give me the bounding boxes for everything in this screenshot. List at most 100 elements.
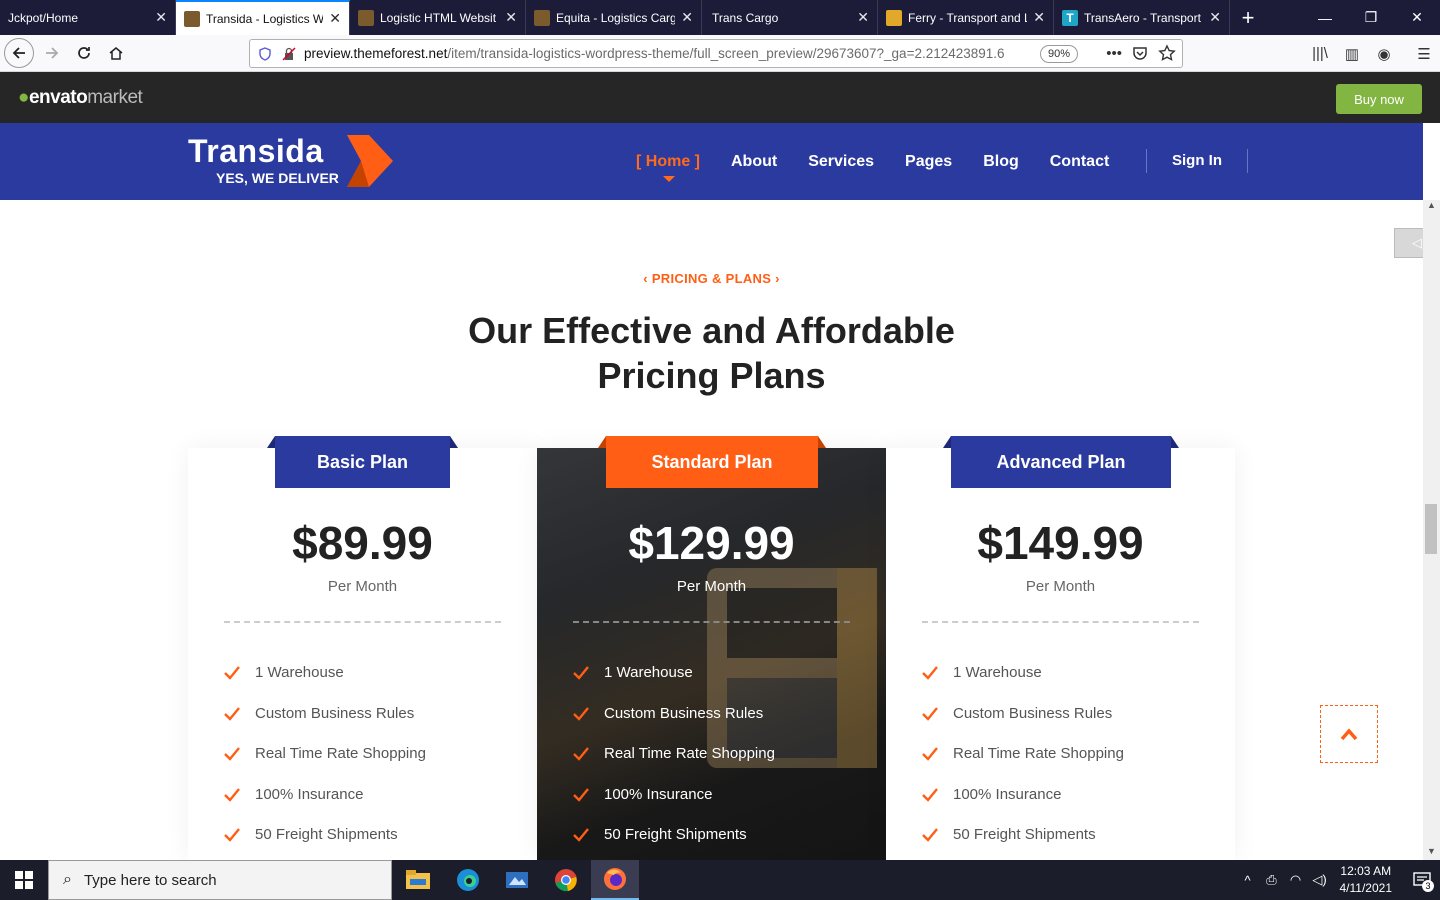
file-explorer-icon[interactable] xyxy=(394,860,442,900)
menu-item-home[interactable]: [ Home ] xyxy=(636,153,700,171)
notification-center-icon[interactable]: 3 xyxy=(1404,860,1440,900)
windows-start-button[interactable] xyxy=(0,860,48,900)
restore-icon[interactable]: ❐ xyxy=(1348,0,1394,35)
tab-title: Logistic HTML Websit xyxy=(380,10,497,25)
check-icon xyxy=(224,666,240,680)
menu-hamburger-icon[interactable]: ☰ xyxy=(1408,45,1440,63)
close-tab-icon[interactable]: ✕ xyxy=(857,9,869,26)
feature-text: 100% Insurance xyxy=(604,785,713,803)
edge-browser-icon[interactable] xyxy=(444,860,492,900)
browser-tab[interactable]: Ferry - Transport and L ✕ xyxy=(878,0,1054,35)
check-icon xyxy=(922,706,938,721)
section-heading: Our Effective and Affordable Pricing Pla… xyxy=(440,308,983,398)
close-window-icon[interactable]: ✕ xyxy=(1394,0,1440,35)
menu-item-services[interactable]: Services xyxy=(808,153,874,171)
feature-item: 100% Insurance xyxy=(922,786,1124,827)
site-logo[interactable]: Transida YES, WE DELIVER xyxy=(188,133,339,186)
insecure-lock-icon[interactable] xyxy=(282,46,296,61)
search-icon: ⌕ xyxy=(63,871,72,888)
site-favicon xyxy=(358,9,374,26)
menu-item-about[interactable]: About xyxy=(731,153,777,171)
browser-tab-active[interactable]: Transida - Logistics W ✕ xyxy=(176,0,350,35)
plan-ribbon: Basic Plan xyxy=(267,436,458,488)
volume-icon[interactable]: ◁) xyxy=(1308,872,1332,888)
forward-arrow-icon[interactable] xyxy=(36,37,68,69)
url-path: /item/transida-logistics-wordpress-theme… xyxy=(447,46,1005,61)
close-tab-icon[interactable]: ✕ xyxy=(681,9,693,26)
plan-period: Per Month xyxy=(676,578,747,595)
home-icon[interactable] xyxy=(100,37,132,69)
feature-item: Custom Business Rules xyxy=(573,705,775,746)
taskbar-search-box[interactable]: ⌕ Type here to search xyxy=(48,860,392,900)
truck-favicon xyxy=(886,9,902,26)
scrollbar-thumb[interactable] xyxy=(1425,504,1437,554)
minimize-icon[interactable]: — xyxy=(1302,0,1348,35)
toolbar-right: |||\ ▥ ◉ ☰ xyxy=(1304,35,1440,72)
browser-tab[interactable]: T TransAero - Transport ✕ xyxy=(1054,0,1230,35)
chevron-up-tray-icon[interactable]: ^ xyxy=(1236,873,1260,888)
feature-text: 1 Warehouse xyxy=(255,664,344,681)
back-arrow-icon[interactable] xyxy=(4,38,34,68)
page-actions-icon[interactable]: ••• xyxy=(1106,45,1122,62)
reload-icon[interactable] xyxy=(68,37,100,69)
scroll-to-top-button[interactable] xyxy=(1320,705,1378,763)
envato-leaf-icon: ● xyxy=(18,87,29,108)
feature-text: 100% Insurance xyxy=(255,785,364,803)
close-tab-icon[interactable]: ✕ xyxy=(329,10,341,27)
check-icon xyxy=(922,828,938,842)
page-scrollbar[interactable]: ▲ ▼ xyxy=(1423,200,1440,860)
check-icon xyxy=(573,787,589,802)
meet-now-icon[interactable]: ⎙ xyxy=(1260,872,1284,888)
menu-item-contact[interactable]: Contact xyxy=(1050,153,1110,171)
envato-market-logo[interactable]: ●envatomarket xyxy=(18,87,143,109)
chevron-left-icon: ‹ xyxy=(643,271,648,286)
dashed-divider xyxy=(922,621,1199,623)
menu-item-blog[interactable]: Blog xyxy=(983,153,1019,171)
account-icon[interactable]: ◉ xyxy=(1368,45,1400,63)
sidebar-icon[interactable]: ▥ xyxy=(1336,45,1368,63)
buy-now-button[interactable]: Buy now xyxy=(1336,84,1422,114)
url-host: preview.themeforest.net xyxy=(304,46,448,61)
check-icon xyxy=(224,787,240,802)
close-tab-icon[interactable]: ✕ xyxy=(505,9,517,26)
menu-item-pages[interactable]: Pages xyxy=(905,153,952,171)
search-placeholder: Type here to search xyxy=(83,871,217,889)
chrome-browser-icon[interactable] xyxy=(542,860,590,900)
section-eyebrow: ‹ PRICING & PLANS › xyxy=(0,271,1423,286)
shield-icon[interactable] xyxy=(258,46,272,61)
scroll-down-arrow-icon[interactable]: ▼ xyxy=(1427,846,1436,856)
browser-tab[interactable]: Jckpot/Home ✕ xyxy=(0,0,176,35)
t-letter-favicon: T xyxy=(1062,9,1078,26)
close-tab-icon[interactable]: ✕ xyxy=(1209,9,1221,26)
feature-item: 1 Warehouse xyxy=(573,664,775,705)
address-bar[interactable]: preview.themeforest.net/item/transida-lo… xyxy=(249,39,1183,68)
windows-logo-icon xyxy=(15,871,33,889)
chevron-right-icon: › xyxy=(775,271,780,286)
site-favicon xyxy=(184,10,200,27)
clock-time: 12:03 AM xyxy=(1340,864,1392,878)
taskbar-clock[interactable]: 12:03 AM 4/11/2021 xyxy=(1340,863,1393,897)
wifi-icon[interactable]: ◠ xyxy=(1284,872,1308,888)
tab-title: Equita - Logistics Carg xyxy=(556,10,676,25)
check-icon xyxy=(922,787,938,802)
close-tab-icon[interactable]: ✕ xyxy=(1033,9,1045,26)
close-tab-icon[interactable]: ✕ xyxy=(155,9,167,26)
check-icon xyxy=(922,747,938,761)
new-tab-button[interactable]: + xyxy=(1230,0,1266,35)
feature-item: 100% Insurance xyxy=(224,786,426,827)
sign-in-link[interactable]: Sign In xyxy=(1146,149,1248,173)
library-icon[interactable]: |||\ xyxy=(1304,45,1336,62)
zoom-indicator[interactable]: 90% xyxy=(1039,45,1078,63)
feature-text: Custom Business Rules xyxy=(604,704,764,722)
browser-tab[interactable]: Trans Cargo ✕ xyxy=(702,0,878,35)
feature-text: Custom Business Rules xyxy=(255,704,415,722)
browser-tab[interactable]: Logistic HTML Websit ✕ xyxy=(350,0,526,35)
scroll-up-arrow-icon[interactable]: ▲ xyxy=(1427,200,1436,210)
system-tray: ^ ⎙ ◠ ◁) 12:03 AM 4/11/2021 3 xyxy=(1236,860,1440,900)
firefox-browser-icon[interactable] xyxy=(591,860,639,900)
heading-line-2: Pricing Plans xyxy=(597,355,826,396)
browser-tab[interactable]: Equita - Logistics Carg ✕ xyxy=(526,0,702,35)
bookmark-star-icon[interactable] xyxy=(1158,44,1176,65)
pocket-icon[interactable] xyxy=(1132,45,1148,64)
photos-app-icon[interactable] xyxy=(493,860,541,900)
